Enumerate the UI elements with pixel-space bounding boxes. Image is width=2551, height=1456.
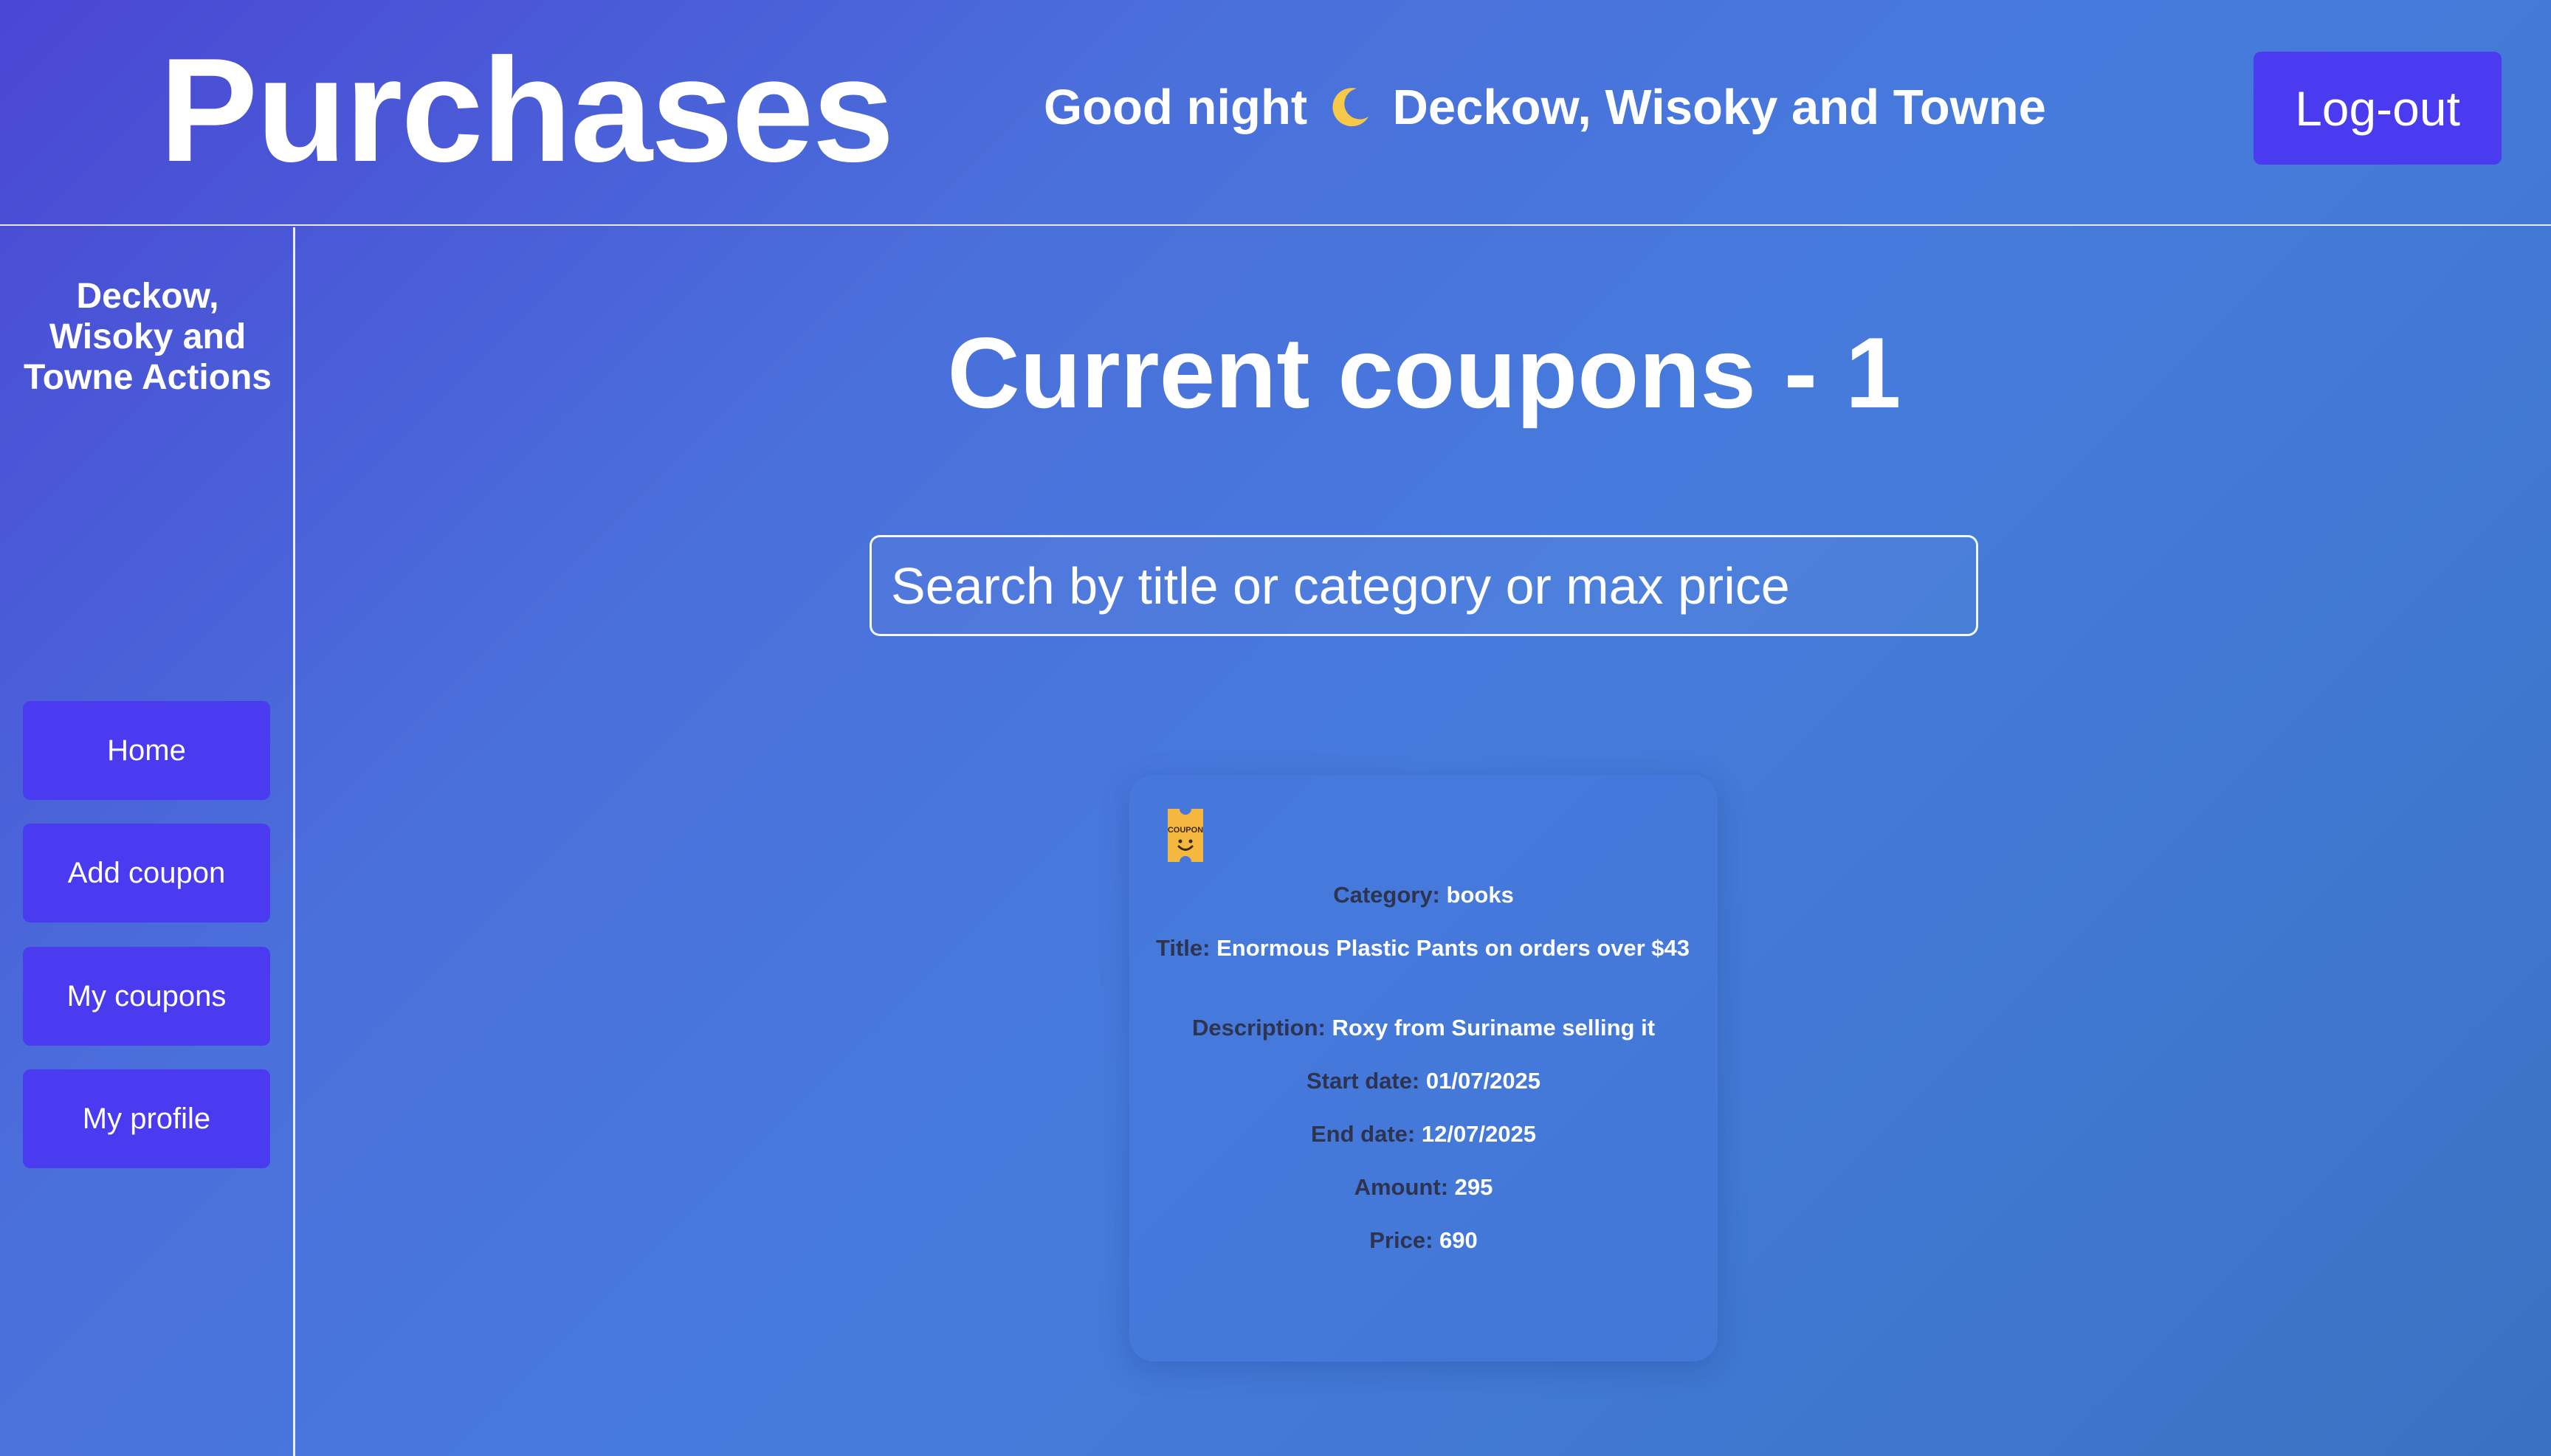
- svg-text:COUPON: COUPON: [1168, 826, 1203, 835]
- moon-icon: [1327, 77, 1373, 139]
- coupon-amount: Amount: 295: [1156, 1173, 1691, 1201]
- my-coupons-button[interactable]: My coupons: [23, 947, 270, 1046]
- my-profile-button[interactable]: My profile: [23, 1069, 270, 1168]
- page-title: Purchases: [159, 28, 895, 193]
- coupon-description: Description: Roxy from Suriname selling …: [1156, 1014, 1691, 1041]
- category-value: books: [1446, 882, 1514, 908]
- start-date-value: 01/07/2025: [1425, 1068, 1541, 1094]
- price-value: 690: [1439, 1227, 1478, 1253]
- end-date-value: 12/07/2025: [1421, 1121, 1536, 1147]
- greeting-name: Deckow, Wisoky and Towne: [1392, 80, 2046, 135]
- category-label: Category:: [1333, 882, 1440, 908]
- coupon-start-date: Start date: 01/07/2025: [1156, 1067, 1691, 1094]
- description-value: Roxy from Suriname selling it: [1332, 1015, 1656, 1041]
- description-label: Description:: [1191, 1015, 1326, 1041]
- coupons-heading: Current coupons - 1: [947, 317, 1901, 429]
- search-input[interactable]: [870, 535, 1978, 636]
- start-date-label: Start date:: [1306, 1068, 1420, 1094]
- add-coupon-button[interactable]: Add coupon: [23, 824, 270, 922]
- coupon-title: Title: Enormous Plastic Pants on orders …: [1156, 934, 1691, 962]
- coupon-category: Category: books: [1156, 881, 1691, 908]
- sidebar: Deckow, Wisoky and Towne Actions Home Ad…: [0, 227, 295, 1456]
- coupon-price: Price: 690: [1156, 1226, 1691, 1254]
- coupon-card: COUPON Category: books Title: Enormous P…: [1129, 775, 1718, 1362]
- coupon-ticket-icon: COUPON: [1165, 806, 1206, 865]
- title-label: Title:: [1156, 935, 1211, 961]
- greeting-prefix: Good night: [1044, 80, 1308, 135]
- amount-label: Amount:: [1354, 1174, 1449, 1200]
- top-header: Purchases Good night Deckow, Wisoky and …: [0, 0, 2551, 226]
- coupon-end-date: End date: 12/07/2025: [1156, 1120, 1691, 1148]
- sidebar-title: Deckow, Wisoky and Towne Actions: [24, 277, 272, 397]
- home-button[interactable]: Home: [23, 701, 270, 800]
- title-value: Enormous Plastic Pants on orders over $4…: [1216, 935, 1690, 961]
- amount-value: 295: [1454, 1174, 1493, 1200]
- greeting: Good night Deckow, Wisoky and Towne: [1044, 77, 2046, 139]
- price-label: Price:: [1369, 1227, 1433, 1253]
- logout-button[interactable]: Log-out: [2254, 52, 2502, 165]
- end-date-label: End date:: [1310, 1121, 1416, 1147]
